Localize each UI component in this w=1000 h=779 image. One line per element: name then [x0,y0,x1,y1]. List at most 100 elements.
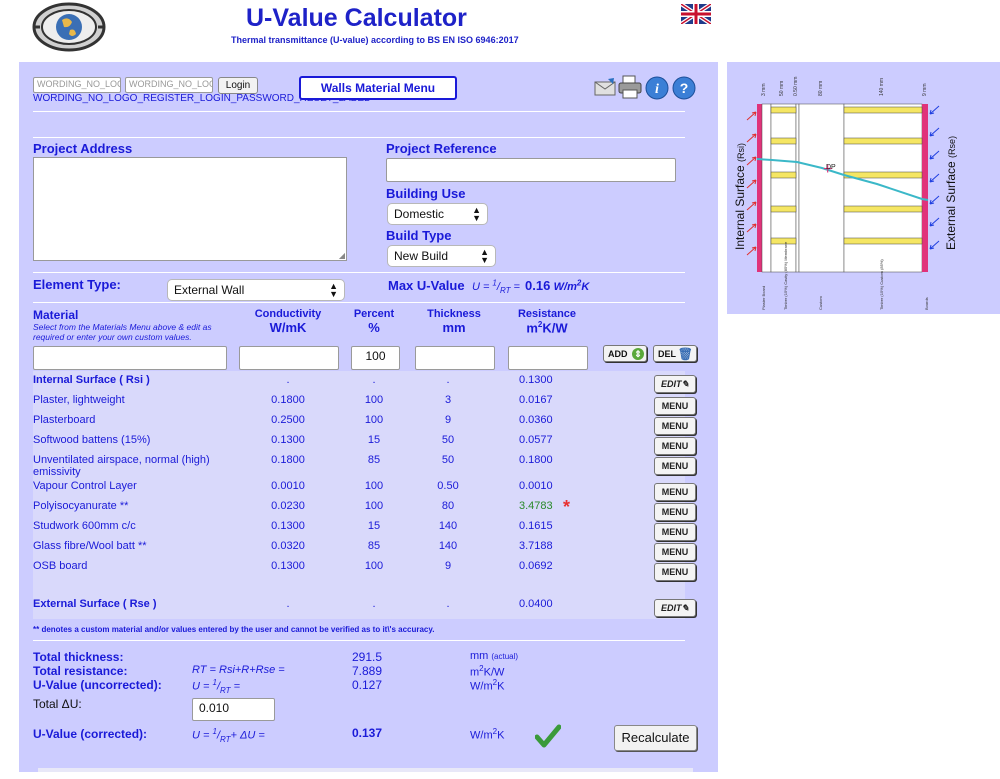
layer-menu-button[interactable]: MENU [654,483,696,501]
row-conductivity: 0.0230 [271,500,305,512]
uvalue-uncorrected-value: 0.127 [352,678,383,692]
material-name-input[interactable] [33,346,227,370]
info-icon[interactable]: i [645,76,669,103]
layer-thickness-label: 0.50 mm [793,77,799,96]
material-hint: Select from the Materials Menu above & e… [33,322,212,342]
layer-menu-button[interactable]: MENU [654,397,696,415]
timber-batten [770,205,797,213]
row-conductivity: 0.2500 [271,414,305,426]
recalculate-button[interactable]: Recalculate [614,725,697,751]
total-thickness-value: 291.5 [352,650,383,664]
row-resistance: 0.1300 [519,374,553,386]
layer-menu-button[interactable]: MENU [654,437,696,455]
timber-batten [843,237,923,245]
row-conductivity: 0.1300 [271,520,305,532]
heat-arrow [746,246,757,256]
username-input[interactable]: WORDING_NO_LOGO [33,77,121,93]
internal-surface-label: Internal Surface (Rsi) [733,143,747,250]
row-material: Softwood battens (15%) [33,434,151,446]
insulation-layer [798,103,845,273]
layer-menu-button[interactable]: MENU [654,523,696,541]
studwork-layer [843,103,923,273]
heat-arrow [929,217,940,227]
help-icon[interactable]: ? [672,76,696,103]
total-thickness-unit: mm (actual) [470,650,519,662]
row-conductivity: 0.0010 [271,480,305,492]
login-button[interactable]: Login [218,77,258,94]
project-reference-input[interactable] [386,158,676,182]
row-resistance: 3.4783 [519,500,553,512]
row-resistance: 0.0167 [519,394,553,406]
resize-handle-icon[interactable]: ◢ [339,251,345,260]
footer-strip [38,768,693,772]
add-layer-button[interactable]: ADD ⇕ [603,345,647,362]
max-u-number: 0.16 [525,278,551,293]
edit-layer-button[interactable]: EDIT✎ [654,375,696,393]
row-conductivity: 0.1300 [271,434,305,446]
row-conductivity: . [286,374,290,386]
row-material: Glass fibre/Wool batt ** [33,540,147,552]
project-address-textarea[interactable]: ◢ [33,157,347,261]
delta-u-label: Total ΔU: [33,697,82,711]
row-material: Plaster, lightweight [33,394,125,406]
uk-flag-icon[interactable] [679,2,713,26]
layer-menu-button[interactable]: MENU [654,457,696,475]
heat-arrow [929,150,940,160]
layer-name-label: Timber (15%) Custom (85%) [879,259,884,310]
row-resistance: 0.1800 [519,454,553,466]
row-percent: 100 [364,480,384,492]
thickness-input[interactable] [415,346,495,370]
delete-layer-button[interactable]: DEL 🗑 [653,345,697,362]
row-thickness: 50 [441,434,455,446]
heat-arrow [929,173,940,183]
heat-arrow [929,105,940,115]
edit-layer-button[interactable]: EDIT✎ [654,599,696,617]
heat-arrow [929,127,940,137]
row-conductivity: 0.0320 [271,540,305,552]
resistance-header: Resistance m2K/W [517,308,577,336]
divider [33,272,685,273]
print-icon[interactable] [617,74,643,103]
delta-u-input[interactable]: 0.010 [192,698,275,721]
timber-batten [770,137,797,145]
build-type-select[interactable]: New Build ▲ ▼ [387,245,496,267]
row-percent: 15 [367,520,381,532]
email-icon[interactable] [593,76,619,101]
layers-table [33,371,685,619]
heat-arrow [746,201,757,211]
percent-input[interactable]: 100 [351,346,400,370]
uvalue-uncorrected-formula: U = 1/RT = [192,678,241,695]
heat-arrow [746,156,757,166]
heat-arrow [746,179,757,189]
building-use-select[interactable]: Domestic ▲ ▼ [387,203,488,225]
layer-name-label: Custom [818,296,823,310]
layer-menu-button[interactable]: MENU [654,417,696,435]
row-material: Vapour Control Layer [33,480,137,492]
row-percent: 100 [364,560,384,572]
row-material: Internal Surface ( Rsi ) [33,374,150,386]
layer-menu-button[interactable]: MENU [654,563,696,581]
uvalue-corrected-label: U-Value (corrected): [33,727,148,741]
conductivity-input[interactable] [239,346,339,370]
check-mark-icon [534,724,562,751]
layer-menu-button[interactable]: MENU [654,543,696,561]
percent-header: Percent% [353,308,395,335]
row-thickness: . [446,374,450,386]
layer-menu-button[interactable]: MENU [654,503,696,521]
trash-icon: 🗑 [677,347,693,361]
site-logo[interactable] [32,2,106,52]
row-material: Studwork 600mm c/c [33,520,136,532]
element-type-select[interactable]: External Wall ▲ ▼ [167,279,345,301]
row-material: OSB board [33,560,88,572]
uvalue-uncorrected-unit: W/m2K [470,678,505,693]
row-percent: . [372,374,376,386]
password-input[interactable]: WORDING_NO_LOGO [125,77,213,93]
resistance-input[interactable] [508,346,588,370]
row-conductivity: 0.1800 [271,394,305,406]
row-resistance: 0.0400 [519,598,553,610]
row-thickness: 0.50 [437,480,459,492]
total-resistance-label: Total resistance: [33,664,128,678]
select-arrows-icon: ▲ ▼ [329,281,338,299]
walls-material-menu-button[interactable]: Walls Material Menu [299,76,457,100]
row-resistance: 0.0692 [519,560,553,572]
